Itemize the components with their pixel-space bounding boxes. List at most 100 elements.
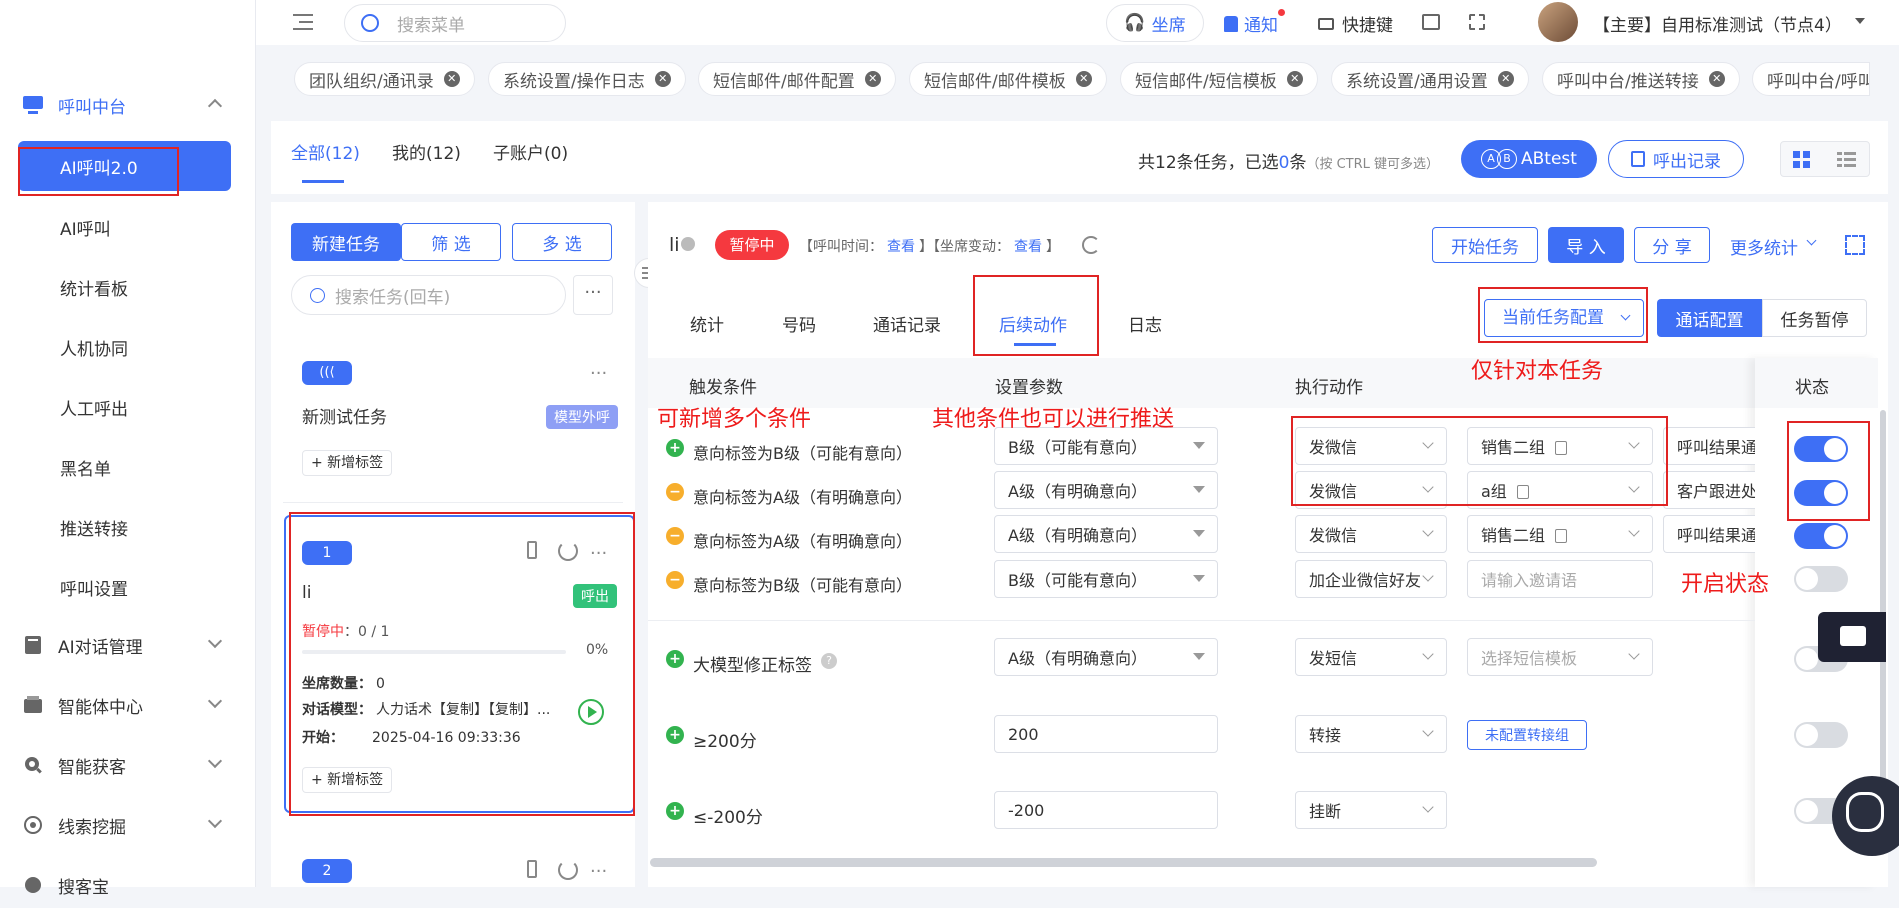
refresh-icon[interactable]	[1082, 236, 1100, 254]
extra-select[interactable]: 客户跟进处	[1663, 471, 1755, 509]
action-select[interactable]: 加企业微信好友	[1295, 560, 1447, 598]
tab-subaccount[interactable]: 子账户(0)	[493, 139, 568, 164]
horizontal-scrollbar[interactable]	[650, 858, 1597, 867]
screen-icon[interactable]	[1422, 14, 1440, 30]
sidebar-item-agent-center[interactable]: 智能体中心	[0, 682, 256, 728]
sidebar-item-soukebao[interactable]: 搜客宝	[0, 862, 256, 908]
remove-condition-icon[interactable]: −	[666, 571, 684, 589]
task-search-input[interactable]: 搜索任务(回车)	[291, 275, 566, 315]
sidebar-sub-blacklist[interactable]: 黑名单	[60, 455, 111, 480]
remove-condition-icon[interactable]: −	[666, 527, 684, 545]
share-button[interactable]: 分 享	[1634, 227, 1710, 263]
remove-condition-icon[interactable]: −	[666, 483, 684, 501]
info-icon[interactable]	[681, 237, 695, 251]
action-select[interactable]: 转接	[1295, 715, 1447, 753]
new-task-button[interactable]: 新建任务	[291, 223, 401, 261]
open-tab[interactable]: 短信邮件/邮件配置 ✕	[698, 62, 896, 96]
more-icon[interactable]: ···	[590, 363, 607, 384]
add-condition-icon[interactable]: +	[666, 439, 684, 457]
open-tab[interactable]: 团队组织/通讯录 ✕	[294, 62, 475, 96]
open-tab[interactable]: 系统设置/通用设置 ✕	[1331, 62, 1529, 96]
sidebar-sub-transfer[interactable]: 推送转接	[60, 515, 128, 540]
call-time-link[interactable]: 查看	[887, 239, 915, 255]
more-icon[interactable]: ···	[590, 861, 607, 882]
open-tab[interactable]: 呼叫中台/推送转接 ✕	[1542, 62, 1740, 96]
grid-view-icon[interactable]	[1793, 151, 1811, 173]
close-icon[interactable]: ✕	[1497, 71, 1514, 87]
status-toggle[interactable]	[1794, 523, 1848, 549]
caret-down-icon[interactable]	[1855, 18, 1865, 24]
open-tab[interactable]: 呼叫中台/呼叫	[1752, 62, 1870, 96]
sidebar-item-call-center[interactable]: 呼叫中台	[0, 82, 256, 128]
abtest-button[interactable]: AB ABtest	[1461, 140, 1597, 178]
refresh-icon[interactable]	[558, 860, 578, 880]
chat-widget[interactable]	[1818, 612, 1886, 662]
close-icon[interactable]: ✕	[443, 71, 460, 87]
call-records-button[interactable]: 呼出记录	[1608, 140, 1744, 178]
close-icon[interactable]: ✕	[1075, 71, 1092, 87]
sidebar-sub-settings[interactable]: 呼叫设置	[60, 575, 128, 600]
status-toggle[interactable]	[1794, 566, 1848, 592]
add-tag-button[interactable]: + 新增标签	[302, 450, 393, 476]
open-tab[interactable]: 短信邮件/邮件模板 ✕	[909, 62, 1107, 96]
sidebar-item-lead-mining[interactable]: 线索挖掘	[0, 802, 256, 848]
score-input[interactable]: 200	[994, 715, 1218, 753]
status-toggle[interactable]	[1794, 722, 1848, 748]
close-icon[interactable]: ✕	[654, 71, 671, 87]
score-input[interactable]: -200	[994, 791, 1218, 829]
target-select[interactable]: 销售二组	[1467, 515, 1653, 553]
more-icon[interactable]: ···	[573, 275, 613, 315]
param-select[interactable]: A级（有明确意向）	[994, 515, 1218, 553]
seat-change-link[interactable]: 查看	[1014, 239, 1042, 255]
add-condition-icon[interactable]: +	[666, 726, 684, 744]
menu-search[interactable]: 搜索菜单	[344, 4, 566, 42]
tab-stats[interactable]: 统计	[690, 311, 724, 336]
sms-template-select[interactable]: 选择短信模板	[1467, 638, 1653, 676]
task-pause-button[interactable]: 任务暂停	[1762, 299, 1867, 337]
add-condition-icon[interactable]: +	[666, 802, 684, 820]
help-icon[interactable]: ?	[821, 653, 837, 669]
close-icon[interactable]: ✕	[1286, 71, 1303, 87]
close-icon[interactable]: ✕	[864, 71, 881, 87]
task-name[interactable]: 新测试任务	[302, 403, 387, 428]
tab-call-records[interactable]: 通话记录	[873, 311, 941, 336]
vertical-scrollbar[interactable]	[1880, 410, 1886, 810]
screenshot-icon[interactable]	[1469, 14, 1485, 30]
param-select[interactable]: B级（可能有意向）	[994, 560, 1218, 598]
avatar[interactable]	[1538, 2, 1578, 42]
sidebar-sub-manual-call[interactable]: 人工呼出	[60, 395, 128, 420]
shortcut-button[interactable]: 快捷键	[1318, 11, 1393, 36]
action-select[interactable]: 挂断	[1295, 791, 1447, 829]
sidebar-sub-dashboard[interactable]: 统计看板	[60, 275, 128, 300]
open-tab[interactable]: 短信邮件/短信模板 ✕	[1120, 62, 1318, 96]
add-condition-icon[interactable]: +	[666, 650, 684, 668]
tab-numbers[interactable]: 号码	[782, 311, 816, 336]
open-tab[interactable]: 系统设置/操作日志 ✕	[488, 62, 686, 96]
sidebar-item-smart-acquire[interactable]: 智能获客	[0, 742, 256, 788]
menu-fold-icon[interactable]	[293, 12, 315, 36]
sidebar-sub-collab[interactable]: 人机协同	[60, 335, 128, 360]
multi-select-button[interactable]: 多 选	[512, 223, 612, 261]
list-view-icon[interactable]	[1837, 151, 1857, 173]
seat-button[interactable]: 🎧 坐席	[1106, 4, 1204, 42]
close-icon[interactable]: ✕	[1708, 71, 1725, 87]
call-config-button[interactable]: 通话配置	[1657, 299, 1762, 337]
extra-select[interactable]: 呼叫结果通	[1663, 427, 1755, 465]
start-task-button[interactable]: 开始任务	[1432, 227, 1538, 263]
invite-message-input[interactable]: 请输入邀请语	[1467, 560, 1653, 598]
unconfigured-transfer-button[interactable]: 未配置转接组	[1467, 720, 1587, 750]
filter-button[interactable]: 筛 选	[401, 223, 501, 261]
tab-logs[interactable]: 日志	[1128, 311, 1162, 336]
tab-all[interactable]: 全部(12)	[291, 139, 360, 164]
sidebar-sub-ai-call[interactable]: AI呼叫	[60, 215, 111, 240]
param-select[interactable]: A级（有明确意向）	[994, 638, 1218, 676]
param-select[interactable]: A级（有明确意向）	[994, 471, 1218, 509]
action-select[interactable]: 发微信	[1295, 515, 1447, 553]
pin-icon[interactable]	[527, 860, 537, 878]
account-name[interactable]: 【主要】自用标准测试（节点4）	[1593, 11, 1842, 36]
more-stats-dropdown[interactable]: 更多统计	[1730, 234, 1798, 259]
fullscreen-icon[interactable]	[1845, 235, 1865, 255]
action-select[interactable]: 发短信	[1295, 638, 1447, 676]
import-button[interactable]: 导 入	[1548, 227, 1624, 263]
notify-button[interactable]: 通知	[1224, 9, 1285, 36]
